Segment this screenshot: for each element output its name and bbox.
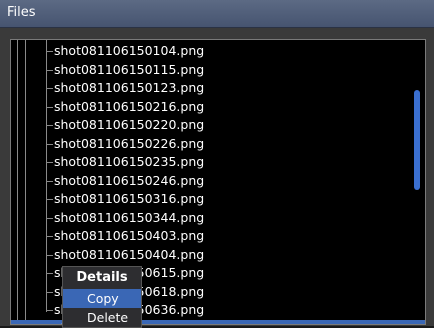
file-list-item[interactable]: shot081106150235.png (11, 153, 425, 172)
file-name: shot081106150403.png (54, 228, 205, 243)
file-list-item[interactable]: shot081106150104.png (11, 42, 425, 61)
scrollbar-thumb[interactable] (414, 90, 420, 190)
tree-branch-line (46, 254, 53, 256)
tree-branch-line (46, 273, 53, 274)
tree-branch-line (46, 180, 53, 182)
file-list-item[interactable]: shot081106150403.png (11, 227, 425, 246)
file-name: shot081106150246.png (54, 172, 205, 188)
tree-branch-line (46, 125, 53, 126)
tree-branch-line (46, 88, 53, 89)
file-list-item[interactable]: shot081106150246.png (11, 172, 425, 191)
file-list-item[interactable]: shot081106150226.png (11, 135, 425, 154)
title-bar: Files (0, 0, 434, 28)
file-list-item[interactable]: shot081106150216.png (11, 98, 425, 117)
tree-branch-line (46, 143, 53, 145)
tree-branch-line (46, 236, 53, 237)
file-list-item[interactable]: shot081106150404.png (11, 246, 425, 265)
tree-branch-line (46, 217, 53, 219)
file-name: shot081106150104.png (54, 43, 205, 58)
file-list-item[interactable]: shot081106150220.png (11, 116, 425, 135)
file-list-item[interactable]: shot081106150123.png (11, 79, 425, 98)
file-name: shot081106150123.png (54, 80, 205, 95)
tree-branch-line (46, 69, 53, 71)
file-name: shot081106150216.png (54, 98, 205, 114)
tree-branch-line (46, 291, 53, 293)
context-menu-header: Details (76, 270, 128, 285)
tree-branch-line (46, 106, 53, 108)
file-name: shot081106150235.png (54, 154, 205, 169)
file-name: shot081106150115.png (54, 61, 205, 77)
file-name: shot081106150220.png (54, 117, 205, 132)
file-list-item[interactable]: shot081106150316.png (11, 190, 425, 209)
tree-branch-line (46, 310, 53, 311)
file-list-item[interactable]: shot081106150115.png (11, 61, 425, 80)
file-name: shot081106150404.png (54, 246, 205, 262)
context-menu: Details Copy Delete (62, 266, 142, 328)
file-name: shot081106150344.png (54, 209, 205, 225)
tree-branch-line (46, 162, 53, 163)
tree-branch-line (46, 199, 53, 200)
menu-item-copy[interactable]: Copy (63, 289, 141, 308)
files-window: Files shot081106150104.png shot0811061501… (0, 0, 434, 328)
menu-item-delete[interactable]: Delete (63, 308, 141, 327)
vertical-scrollbar[interactable] (413, 42, 421, 322)
file-name: shot081106150226.png (54, 135, 205, 151)
file-name: shot081106150316.png (54, 191, 205, 206)
tree-branch-line (46, 51, 53, 52)
window-title: Files (7, 5, 36, 20)
file-list-item[interactable]: shot081106150344.png (11, 209, 425, 228)
